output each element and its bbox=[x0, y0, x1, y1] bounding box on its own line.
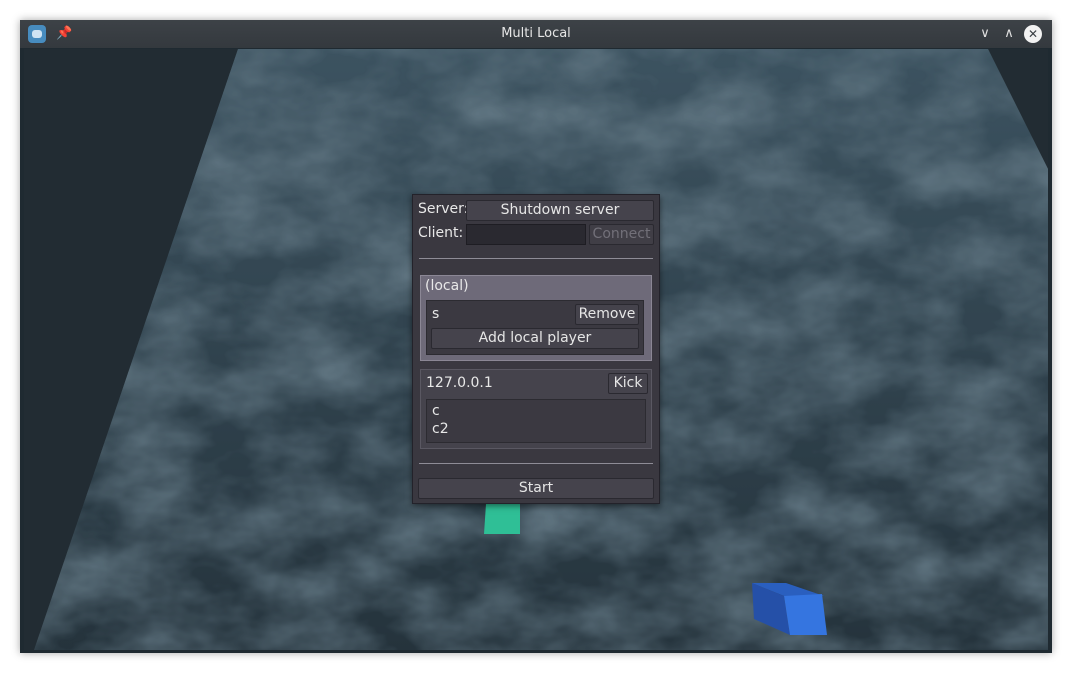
remote-player-name: c bbox=[432, 403, 440, 419]
start-button[interactable]: Start bbox=[418, 478, 654, 499]
close-icon[interactable]: ✕ bbox=[1024, 25, 1042, 43]
titlebar[interactable]: 📌 Multi Local ∨ ∧ ✕ bbox=[20, 20, 1052, 48]
connect-button[interactable]: Connect bbox=[589, 224, 654, 245]
local-player-name: s bbox=[432, 306, 440, 322]
server-label: Server: bbox=[418, 201, 469, 217]
remove-player-button[interactable]: Remove bbox=[575, 304, 639, 325]
chevron-down-icon[interactable]: ∨ bbox=[976, 25, 994, 43]
local-header: (local) bbox=[425, 278, 469, 294]
remote-address: 127.0.0.1 bbox=[426, 375, 493, 391]
lobby-panel: Server: Shutdown server Client: Connect … bbox=[412, 194, 660, 504]
client-address-input[interactable] bbox=[466, 224, 586, 245]
chevron-up-icon[interactable]: ∧ bbox=[1000, 25, 1018, 43]
local-players-group: (local) s Remove Add local player bbox=[420, 275, 652, 361]
game-viewport[interactable]: Server: Shutdown server Client: Connect … bbox=[24, 49, 1048, 650]
add-local-player-button[interactable]: Add local player bbox=[431, 328, 639, 349]
remote-peer-group: 127.0.0.1 Kick c c2 bbox=[420, 369, 652, 449]
kick-button[interactable]: Kick bbox=[608, 373, 648, 394]
window-title: Multi Local bbox=[501, 26, 571, 41]
client-label: Client: bbox=[418, 225, 464, 241]
remote-player-list: c c2 bbox=[426, 399, 646, 443]
separator-bottom bbox=[419, 463, 653, 464]
green-cube bbox=[484, 504, 520, 534]
remote-player-name: c2 bbox=[432, 421, 449, 437]
shutdown-server-button[interactable]: Shutdown server bbox=[466, 200, 654, 221]
local-player-list: s Remove Add local player bbox=[426, 300, 644, 355]
blue-cube-front bbox=[784, 594, 827, 635]
separator-top bbox=[419, 258, 653, 259]
game-window: 📌 Multi Local ∨ ∧ ✕ Server: Shutdown ser… bbox=[20, 20, 1052, 653]
